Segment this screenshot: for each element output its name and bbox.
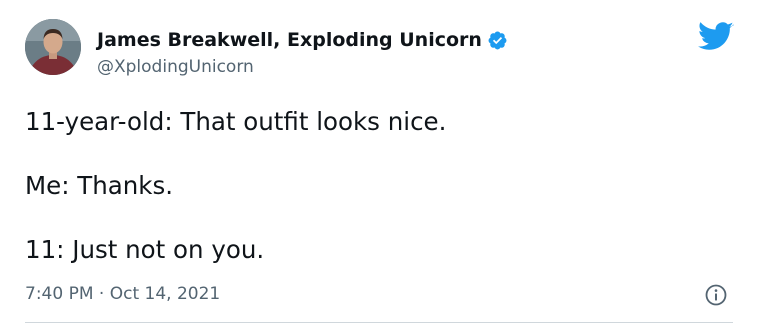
tweet-text-line: 11-year-old: That outfit looks nice. bbox=[25, 107, 447, 136]
tweet-text-line: 11: Just not on you. bbox=[25, 235, 265, 264]
tweet-timestamp[interactable]: 7:40 PM · Oct 14, 2021 bbox=[25, 283, 220, 305]
timestamp-separator: · bbox=[98, 284, 110, 304]
tweet-time[interactable]: 7:40 PM bbox=[25, 284, 94, 304]
verified-badge-icon bbox=[487, 30, 508, 51]
author-display-name[interactable]: James Breakwell, Exploding Unicorn bbox=[97, 28, 482, 52]
divider bbox=[25, 322, 733, 323]
twitter-bird-icon[interactable] bbox=[698, 22, 734, 52]
tweet-date[interactable]: Oct 14, 2021 bbox=[110, 284, 221, 304]
author-handle[interactable]: @XplodingUnicorn bbox=[97, 56, 254, 78]
info-icon[interactable] bbox=[704, 283, 728, 307]
tweet-card: James Breakwell, Exploding Unicorn @Xplo… bbox=[0, 0, 758, 331]
author-name-row[interactable]: James Breakwell, Exploding Unicorn bbox=[97, 28, 508, 52]
avatar[interactable] bbox=[25, 19, 81, 75]
tweet-text-line: Me: Thanks. bbox=[25, 171, 174, 200]
